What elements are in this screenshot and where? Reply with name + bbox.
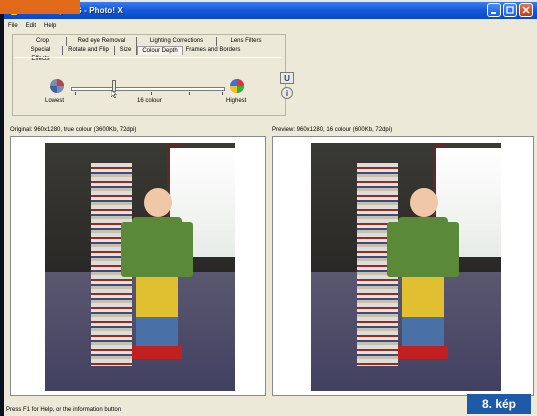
original-info-label: Original: 960x1280, true colour (3600Kb,… bbox=[10, 127, 137, 133]
menu-edit[interactable]: Edit bbox=[26, 23, 36, 29]
preview-info-label: Preview: 960x1280, 16 colour (600Kb, 72d… bbox=[272, 127, 393, 133]
current-depth-label: 16 colour bbox=[137, 98, 162, 104]
close-button[interactable] bbox=[519, 3, 533, 17]
tab-frames-and-borders[interactable]: Frames and Borders bbox=[183, 46, 243, 55]
undo-icon: U bbox=[284, 73, 290, 83]
slider-tick bbox=[75, 92, 76, 95]
tools-tab-panel: Crop Red eye Removal Lighting Correction… bbox=[12, 34, 286, 116]
preview-photo bbox=[311, 143, 501, 391]
menu-bar: File Edit Help bbox=[4, 20, 537, 31]
info-icon: i bbox=[285, 88, 289, 98]
minimize-icon bbox=[491, 12, 496, 14]
info-button[interactable]: i bbox=[281, 87, 293, 99]
tab-row-2: Special Effects Rotate and Flip Size Col… bbox=[19, 46, 243, 62]
low-colour-icon bbox=[50, 79, 64, 93]
tab-colour-depth[interactable]: Colour Depth bbox=[137, 46, 183, 55]
colour-depth-panel: Lowest 16 colour Highest bbox=[15, 57, 281, 113]
mouse-cursor-icon bbox=[111, 90, 117, 98]
colour-depth-slider-track[interactable] bbox=[71, 87, 225, 91]
tab-lighting-corrections[interactable]: Lighting Corrections bbox=[137, 37, 217, 46]
original-photo bbox=[45, 143, 235, 391]
preview-image-pane[interactable] bbox=[272, 136, 534, 396]
minimize-button[interactable] bbox=[487, 3, 501, 17]
lowest-label: Lowest bbox=[45, 98, 65, 104]
high-colour-icon bbox=[230, 79, 244, 93]
tab-lens-filters[interactable]: Lens Filters bbox=[217, 37, 275, 46]
window-controls bbox=[487, 3, 533, 17]
app-window: 9HBtorony.JPG - Photo! X File Edit Help … bbox=[4, 0, 537, 416]
maximize-button[interactable] bbox=[503, 3, 517, 17]
tab-size[interactable]: Size bbox=[115, 46, 137, 55]
slider-tick bbox=[189, 92, 190, 95]
menu-help[interactable]: Help bbox=[44, 23, 56, 29]
maximize-icon bbox=[506, 6, 514, 14]
tab-rotate-and-flip[interactable]: Rotate and Flip bbox=[63, 46, 115, 55]
original-image-pane[interactable] bbox=[10, 136, 266, 396]
close-icon bbox=[522, 6, 530, 14]
menu-file[interactable]: File bbox=[8, 23, 18, 29]
title-bar[interactable]: 9HBtorony.JPG - Photo! X bbox=[4, 2, 537, 19]
figure-badge: 8. kép bbox=[467, 394, 531, 414]
page-accent-strip bbox=[0, 0, 80, 14]
tab-red-eye-removal[interactable]: Red eye Removal bbox=[67, 37, 137, 46]
slider-tick bbox=[151, 92, 152, 95]
slider-tick bbox=[222, 92, 223, 95]
undo-button[interactable]: U bbox=[280, 72, 294, 84]
highest-label: Highest bbox=[226, 98, 247, 104]
tab-special-effects[interactable]: Special Effects bbox=[19, 46, 63, 62]
status-bar: Press F1 for Help, or the information bu… bbox=[6, 407, 122, 413]
tab-crop[interactable]: Crop bbox=[19, 37, 67, 46]
